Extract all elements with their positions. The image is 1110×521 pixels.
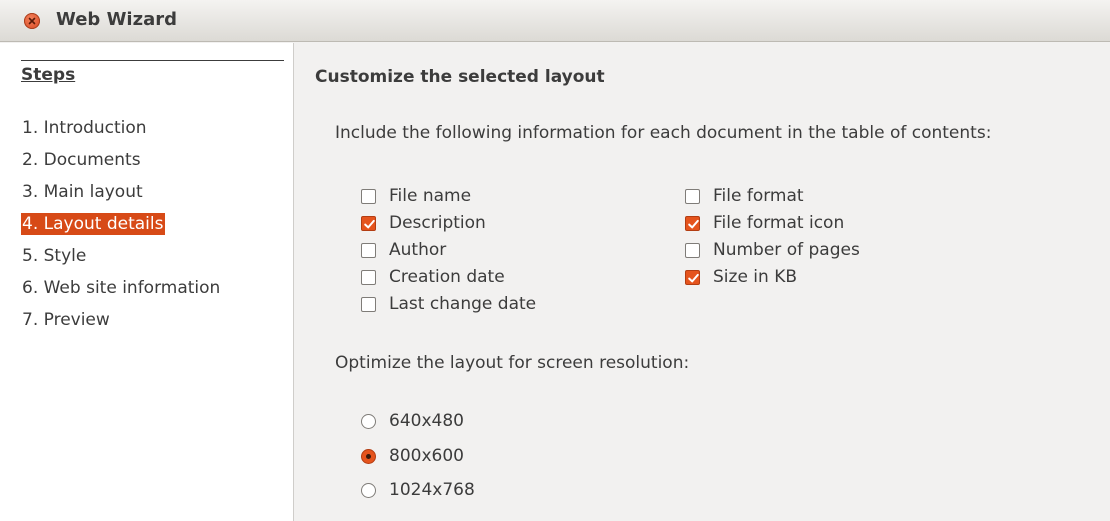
radio-dot <box>366 454 371 459</box>
info-prompt: Include the following information for ea… <box>335 123 992 143</box>
resolution-prompt: Optimize the layout for screen resolutio… <box>335 353 690 373</box>
checkbox-box[interactable] <box>361 189 376 204</box>
checkbox-box[interactable] <box>685 216 700 231</box>
radio-label: 1024x768 <box>389 480 475 500</box>
step-preview[interactable]: 7. Preview <box>21 309 112 331</box>
checkbox-box[interactable] <box>685 189 700 204</box>
step-documents[interactable]: 2. Documents <box>21 149 143 171</box>
layout-details-panel: Customize the selected layout Include th… <box>295 43 1110 521</box>
step-web-site-information[interactable]: 6. Web site information <box>21 277 222 299</box>
radio-label: 800x600 <box>389 446 464 466</box>
radio-button[interactable] <box>361 449 376 464</box>
checkbox-label: Description <box>389 213 486 233</box>
radio-button[interactable] <box>361 483 376 498</box>
steps-sidebar: Steps 1. Introduction 2. Documents 3. Ma… <box>0 43 294 521</box>
checkbox-label: Size in KB <box>713 267 798 287</box>
checkbox-label: File format icon <box>713 213 845 233</box>
step-main-layout[interactable]: 3. Main layout <box>21 181 145 203</box>
section-title: Customize the selected layout <box>315 67 605 87</box>
checkbox-box[interactable] <box>361 243 376 258</box>
checkmark-icon <box>688 273 699 283</box>
window-title: Web Wizard <box>56 9 177 30</box>
steps-divider <box>21 60 284 61</box>
checkbox-label: File format <box>713 186 804 206</box>
checkbox-label: Creation date <box>389 267 505 287</box>
checkbox-label: Author <box>389 240 447 260</box>
title-bar: Web Wizard <box>0 0 1110 42</box>
step-introduction[interactable]: 1. Introduction <box>21 117 149 139</box>
steps-heading: Steps <box>21 65 76 85</box>
checkbox-box[interactable] <box>361 270 376 285</box>
radio-label: 640x480 <box>389 411 464 431</box>
checkbox-label: Last change date <box>389 294 537 314</box>
checkbox-label: File name <box>389 186 472 206</box>
checkmark-icon <box>364 219 375 229</box>
checkbox-box[interactable] <box>361 297 376 312</box>
checkbox-box[interactable] <box>361 216 376 231</box>
step-style[interactable]: 5. Style <box>21 245 88 267</box>
close-button[interactable] <box>24 13 40 29</box>
checkbox-box[interactable] <box>685 243 700 258</box>
close-icon <box>28 17 36 25</box>
checkmark-icon <box>688 219 699 229</box>
web-wizard-window: Web Wizard Steps 1. Introduction 2. Docu… <box>0 0 1110 521</box>
checkbox-label: Number of pages <box>713 240 860 260</box>
checkbox-box[interactable] <box>685 270 700 285</box>
radio-button[interactable] <box>361 414 376 429</box>
step-layout-details[interactable]: 4. Layout details <box>21 213 166 235</box>
